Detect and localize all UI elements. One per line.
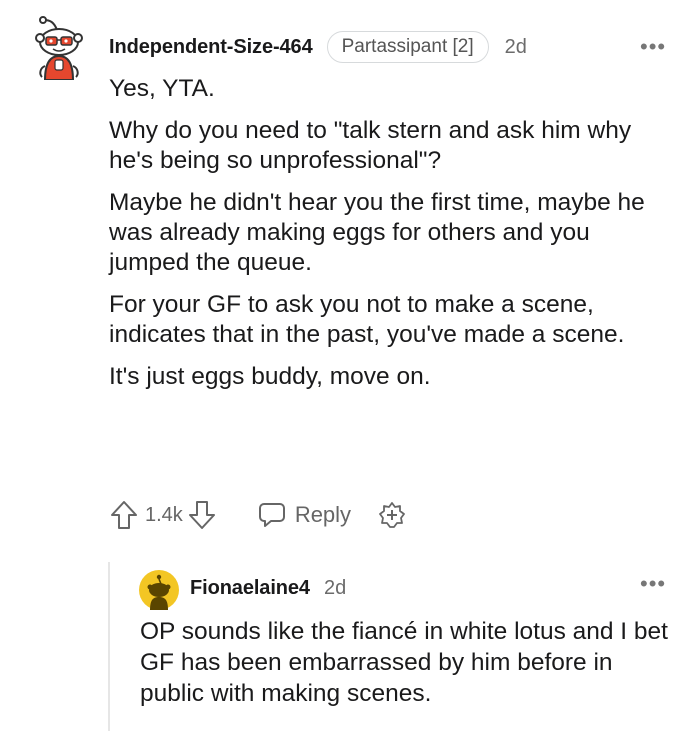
thread-line[interactable] xyxy=(108,562,110,731)
comment-body: Yes, YTA. Why do you need to "talk stern… xyxy=(109,74,675,404)
award-plus-icon xyxy=(377,500,407,530)
comment-body: OP sounds like the fiancé in white lotus… xyxy=(140,618,668,707)
comment-thread: Independent-Size-464 Partassipant [2] 2d… xyxy=(0,0,700,731)
username-link[interactable]: Fionaelaine4 xyxy=(190,577,310,600)
snoo-avatar-icon xyxy=(35,16,83,81)
comment-paragraph: Yes, YTA. xyxy=(109,75,215,102)
arrow-down-icon[interactable] xyxy=(187,499,217,531)
comment-action-bar: 1.4k Reply xyxy=(109,497,407,533)
speech-bubble-icon xyxy=(257,500,287,530)
comment-age: 2d xyxy=(323,576,347,599)
comment-header: Independent-Size-464 Partassipant [2] 2d xyxy=(109,30,527,64)
snoo-avatar-icon xyxy=(139,570,179,610)
user-avatar[interactable] xyxy=(139,570,179,610)
more-options-icon[interactable]: ••• xyxy=(640,573,666,595)
award-button[interactable] xyxy=(377,500,407,530)
comment-paragraph: It's just eggs buddy, move on. xyxy=(109,363,431,390)
comment-paragraph: Why do you need to "talk stern and ask h… xyxy=(109,117,632,174)
reply-button[interactable]: Reply xyxy=(257,500,351,530)
reply-label: Reply xyxy=(294,502,352,527)
user-flair-badge: Partassipant [2] xyxy=(326,31,489,63)
vote-count: 1.4k xyxy=(145,503,183,526)
more-options-icon[interactable]: ••• xyxy=(640,36,666,58)
arrow-up-icon[interactable] xyxy=(109,499,139,531)
comment-age: 2d xyxy=(504,35,527,58)
comment-paragraph: For your GF to ask you not to make a sce… xyxy=(109,291,625,348)
comment-paragraph: Maybe he didn't hear you the first time,… xyxy=(109,189,645,276)
username-link[interactable]: Independent-Size-464 xyxy=(109,36,313,59)
comment-header: Fionaelaine4 2d xyxy=(190,573,346,603)
user-avatar[interactable] xyxy=(30,14,88,81)
